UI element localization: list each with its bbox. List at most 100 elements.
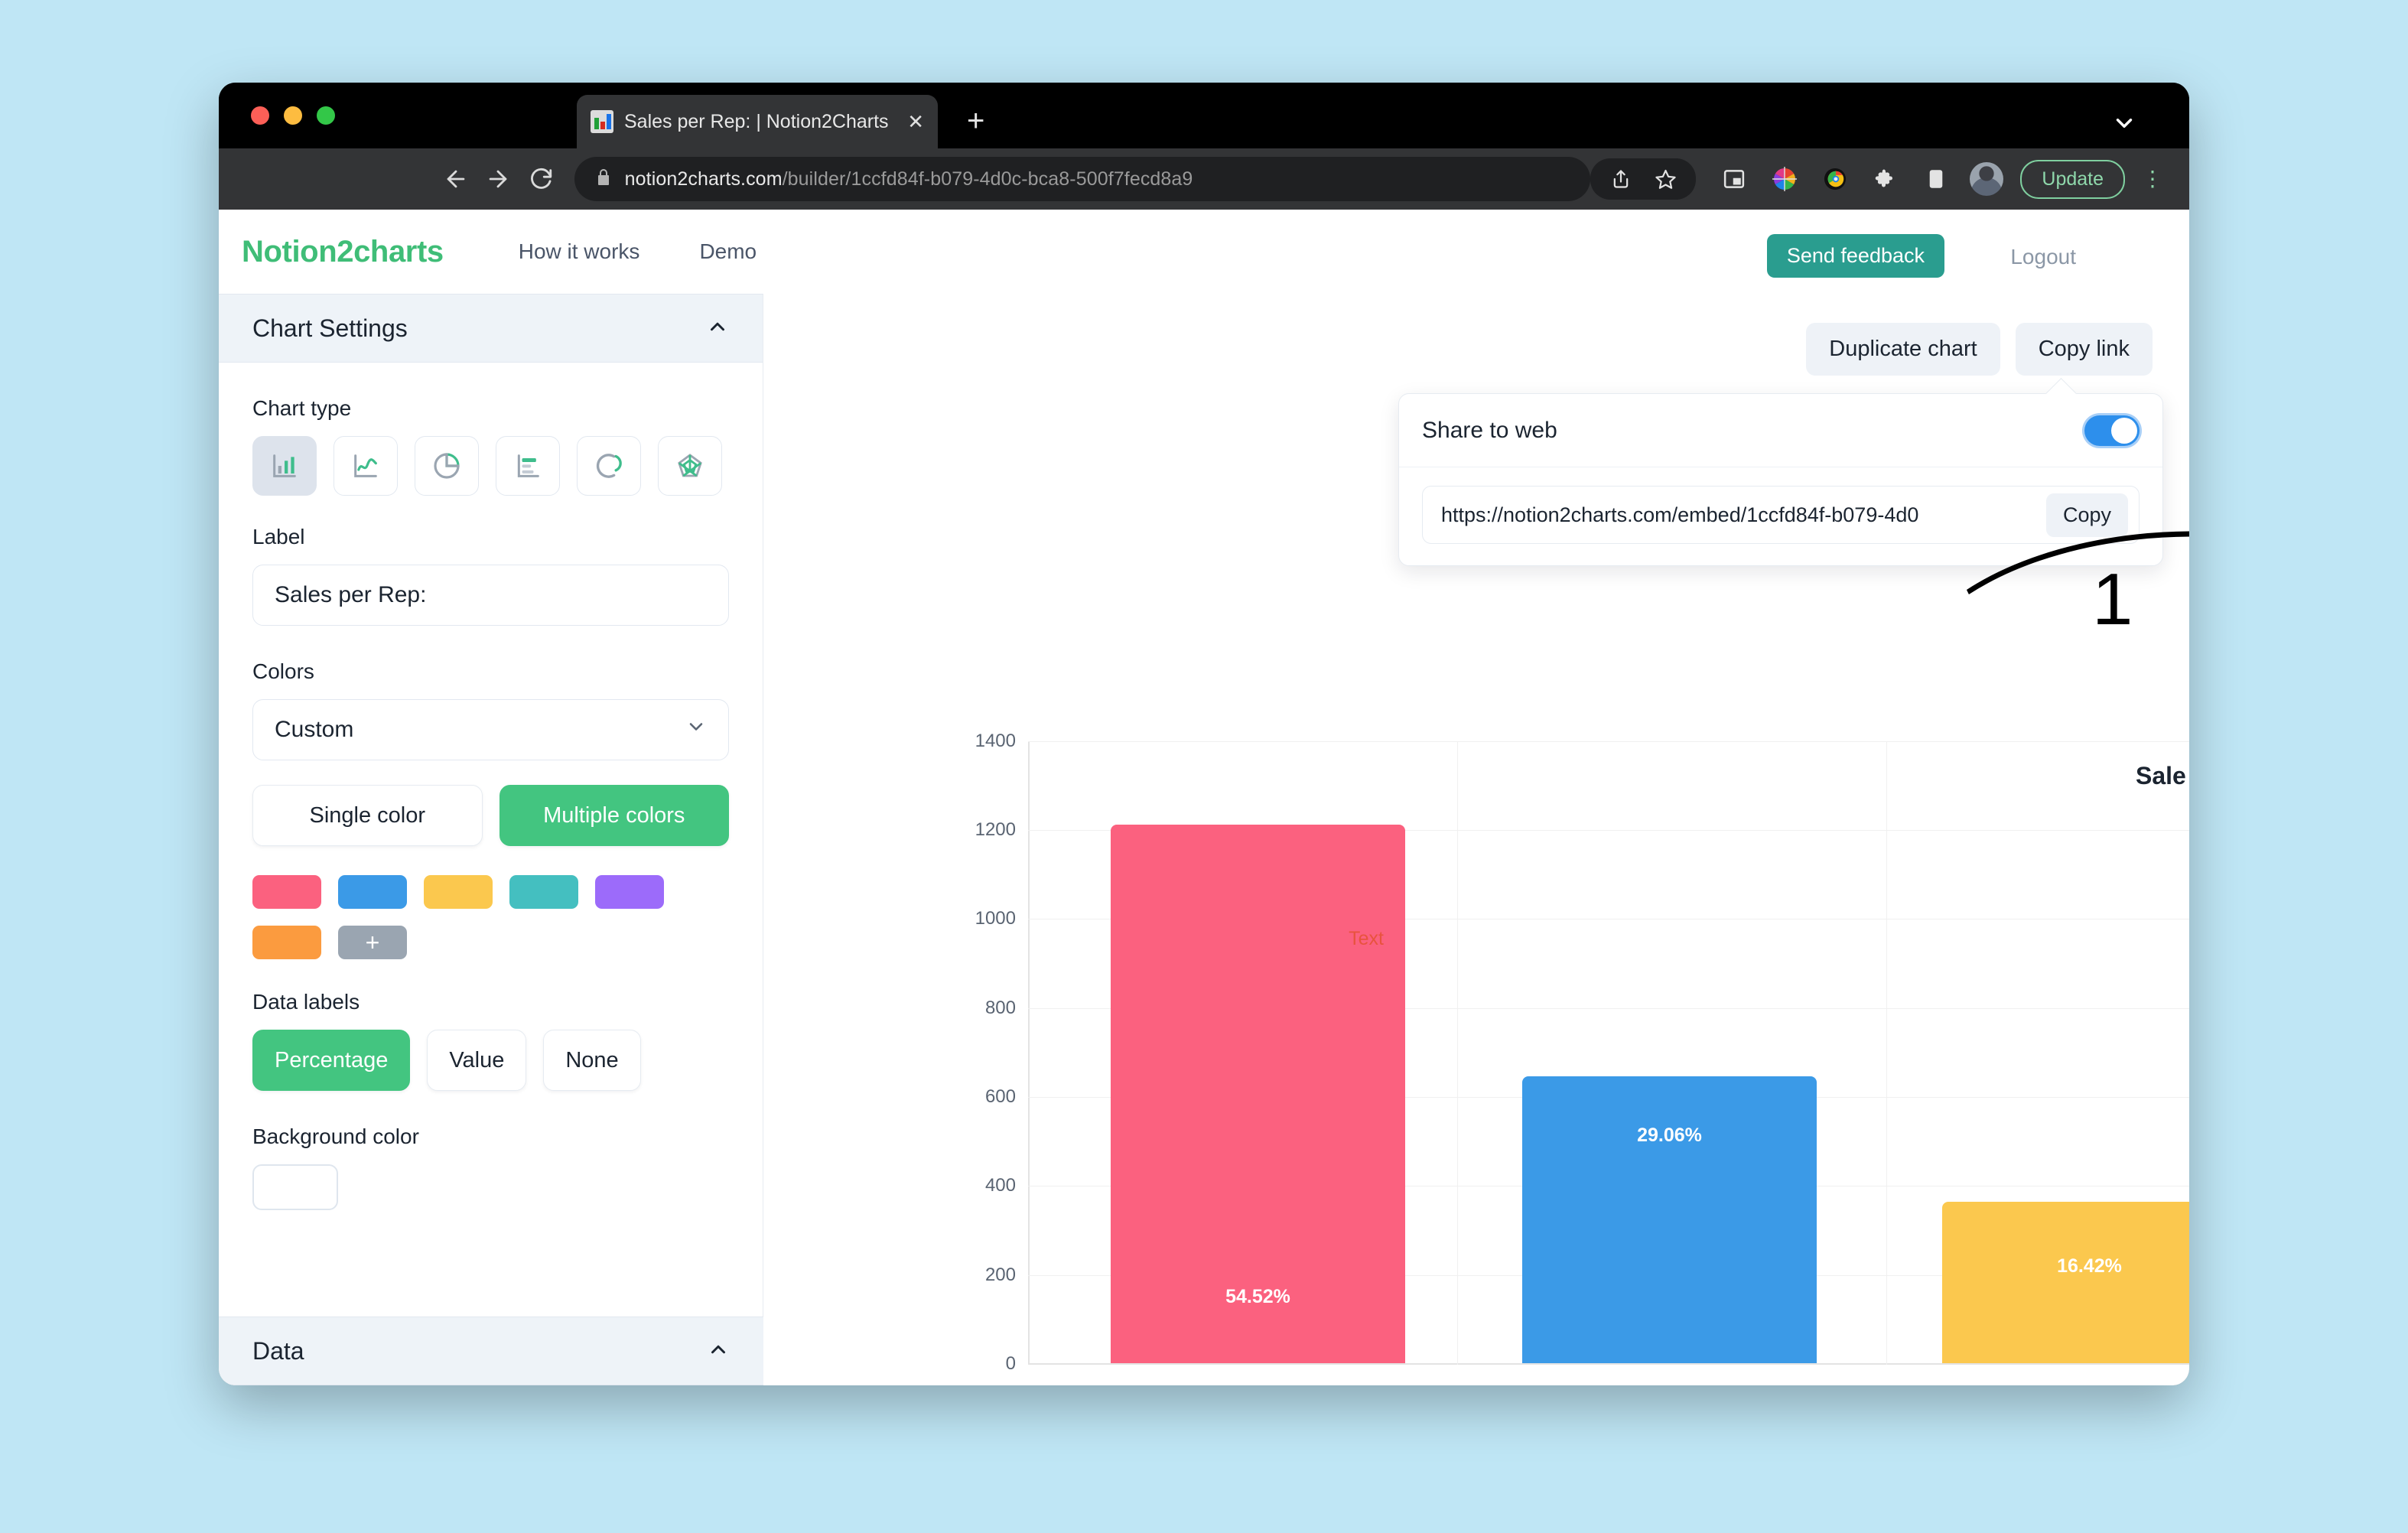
radar-chart-type-icon[interactable] [658, 436, 722, 496]
y-axis-line [1028, 741, 1030, 1365]
data-label-none-button[interactable]: None [543, 1030, 641, 1091]
chevron-down-icon [685, 716, 707, 744]
logout-link[interactable]: Logout [2010, 245, 2076, 269]
url-text: notion2charts.com/builder/1ccfd84f-b079-… [625, 168, 1193, 190]
color-swatch[interactable] [338, 875, 407, 909]
data-panel-header[interactable]: Data [219, 1317, 763, 1385]
window-chevron-down-icon[interactable] [2111, 110, 2137, 140]
update-button[interactable]: Update [2020, 159, 2126, 199]
duplicate-chart-button[interactable]: Duplicate chart [1806, 323, 2000, 376]
brand-logo[interactable]: Notion2charts [242, 235, 444, 269]
star-icon[interactable] [1648, 162, 1682, 196]
close-icon[interactable]: ✕ [907, 112, 924, 132]
address-bar[interactable]: notion2charts.com/builder/1ccfd84f-b079-… [574, 157, 1591, 201]
y-axis-tick: 1000 [975, 908, 1016, 929]
tab-title: Sales per Rep: | Notion2Charts [624, 110, 889, 132]
forward-arrow-icon[interactable] [482, 158, 516, 200]
y-axis-tick: 0 [1005, 1353, 1016, 1374]
chart-settings-panel-header[interactable]: Chart Settings [219, 294, 763, 363]
chart-title: Sale [2136, 762, 2186, 789]
chart-action-buttons: Duplicate chart Copy link [1806, 323, 2153, 376]
maximize-window-button[interactable] [317, 106, 335, 125]
embed-url-field[interactable]: https://notion2charts.com/embed/1ccfd84f… [1422, 486, 2140, 544]
bar-chart-type-icon[interactable] [252, 436, 317, 496]
bar-chart-plot: 0 200 400 600 800 1000 1200 1400 54.52% … [975, 731, 2189, 1385]
share-to-web-toggle[interactable] [2084, 415, 2140, 446]
color-swatch[interactable] [424, 875, 493, 909]
page-viewport: Notion2charts How it works Demo Send fee… [219, 210, 2189, 1385]
picture-in-picture-icon[interactable] [1717, 162, 1751, 196]
embed-url-row: https://notion2charts.com/embed/1ccfd84f… [1399, 467, 2162, 565]
nav-link-demo[interactable]: Demo [699, 239, 757, 264]
color-mode-buttons: Single color Multiple colors [252, 785, 729, 846]
label-input[interactable]: Sales per Rep: [252, 565, 729, 626]
colors-label: Colors [252, 659, 314, 683]
share-icon[interactable] [1604, 162, 1638, 196]
embed-url-text: https://notion2charts.com/embed/1ccfd84f… [1441, 503, 1919, 526]
url-domain: notion2charts.com [624, 168, 783, 190]
sidebar: Chart Settings Chart type Label Sales pe… [219, 294, 763, 1385]
color-swatch[interactable] [509, 875, 578, 909]
browser-tab[interactable]: Sales per Rep: | Notion2Charts ✕ [577, 95, 938, 148]
label-field-label: Label [252, 525, 305, 548]
bar-chart-favicon-icon [591, 110, 613, 133]
colors-select[interactable]: Custom [252, 699, 729, 760]
back-arrow-icon[interactable] [439, 158, 473, 200]
share-popover: Share to web https://notion2charts.com/e… [1398, 393, 2163, 566]
y-axis-tick: 800 [984, 998, 1016, 1018]
multiple-colors-button[interactable]: Multiple colors [499, 785, 729, 846]
data-labels-label: Data labels [252, 990, 360, 1014]
chart-settings-body: Chart type Label Sales per Rep: Colors C… [219, 363, 763, 1210]
bar-data-label: 29.06% [1637, 1125, 1702, 1146]
bar-pears[interactable]: 54.52% Text [1111, 825, 1405, 1363]
pie-chart-type-icon[interactable] [415, 436, 479, 496]
share-to-web-row: Share to web [1399, 394, 2162, 467]
share-and-bookmark-group [1590, 158, 1697, 200]
color-swatch[interactable] [595, 875, 664, 909]
vertical-gridline [1457, 741, 1458, 1365]
bar-apples[interactable]: 29.06% [1522, 1076, 1817, 1363]
puzzle-extension-icon[interactable] [1869, 162, 1902, 196]
callout-number-1: 1 [2092, 558, 2133, 640]
chevron-up-icon[interactable] [707, 1338, 730, 1365]
y-axis-tick: 200 [984, 1264, 1016, 1285]
gridline [1028, 741, 2189, 742]
url-path: /builder/1ccfd84f-b079-4d0c-bca8-500f7fe… [782, 168, 1193, 190]
data-labels-buttons: Percentage Value None [252, 1030, 729, 1091]
y-axis-tick: 600 [984, 1086, 1016, 1107]
close-window-button[interactable] [251, 106, 269, 125]
minimize-window-button[interactable] [284, 106, 302, 125]
chart-canvas-area: Duplicate chart Copy link Sale Share to … [764, 294, 2189, 1385]
copy-button[interactable]: Copy [2045, 493, 2128, 537]
bar-data-label: 16.42% [2057, 1255, 2122, 1277]
send-feedback-button[interactable]: Send feedback [1766, 234, 1944, 278]
background-color-swatch[interactable] [252, 1164, 338, 1210]
bar-text-annotation: Text [1349, 928, 1384, 949]
window-traffic-lights [251, 106, 335, 125]
toolbar-right-icons: Update ⋮ [1590, 158, 2189, 200]
chevron-up-icon[interactable] [706, 315, 729, 342]
bar-oranges[interactable]: 16.42% [1942, 1202, 2189, 1363]
sidebar-icon[interactable] [1919, 162, 1953, 196]
color-swatch[interactable] [252, 875, 321, 909]
color-wheel-extension-icon[interactable] [1768, 162, 1801, 196]
color-swatch[interactable] [252, 926, 321, 959]
data-label-percentage-button[interactable]: Percentage [252, 1030, 411, 1091]
kebab-menu-icon[interactable]: ⋮ [2142, 168, 2163, 190]
nav-link-how-it-works[interactable]: How it works [519, 239, 640, 264]
reload-icon[interactable] [524, 158, 558, 200]
colors-select-value: Custom [275, 717, 354, 742]
data-panel-title: Data [252, 1336, 304, 1365]
doughnut-chart-type-icon[interactable] [577, 436, 641, 496]
background-color-label: Background color [252, 1125, 419, 1148]
new-tab-button[interactable]: + [967, 106, 984, 136]
chart-type-label: Chart type [252, 396, 352, 420]
line-chart-type-icon[interactable] [334, 436, 398, 496]
avatar[interactable] [1970, 162, 2004, 196]
horizontal-bar-chart-type-icon[interactable] [496, 436, 560, 496]
chrome-extension-icon[interactable] [1818, 162, 1852, 196]
copy-link-button[interactable]: Copy link [2015, 323, 2153, 376]
single-color-button[interactable]: Single color [252, 785, 483, 846]
add-color-button[interactable]: + [338, 926, 407, 959]
data-label-value-button[interactable]: Value [427, 1030, 527, 1091]
